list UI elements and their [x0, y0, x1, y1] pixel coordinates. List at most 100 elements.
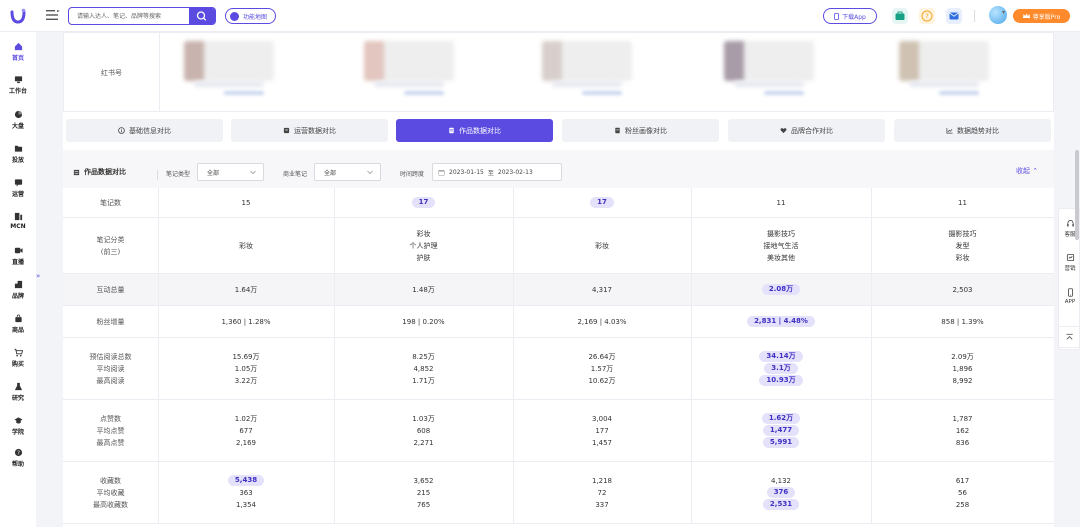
- highlighted-value: 3.1万: [764, 363, 798, 374]
- table-row: 笔记数 15 17 17 11 11: [63, 188, 1054, 218]
- top-bar: 功能地图 下载App ? ▾ 尊享版Pro: [0, 0, 1080, 32]
- date-start: 2023-01-15: [449, 168, 484, 176]
- column-divider: [513, 218, 514, 273]
- cell-value: 2,271: [413, 438, 434, 447]
- highlighted-value: 2,831 | 4.48%: [747, 316, 815, 327]
- app-button[interactable]: APP: [1059, 281, 1080, 311]
- section-title-text: 作品数据对比: [84, 168, 126, 176]
- help-shortcut[interactable]: ?: [919, 8, 935, 24]
- sidebar-expand-icon[interactable]: »: [36, 272, 43, 288]
- menu-toggle-icon[interactable]: [46, 9, 60, 21]
- cell-value: 1.64万: [234, 285, 258, 294]
- sidebar-item-help[interactable]: ? 帮助: [0, 448, 36, 476]
- highlighted-value: 5,991: [762, 437, 800, 448]
- workbench-shortcut[interactable]: [892, 8, 908, 24]
- column-divider: [158, 462, 159, 523]
- list-icon: [73, 169, 80, 175]
- logo-icon[interactable]: [9, 7, 27, 25]
- table-cell: 2,503: [871, 274, 1054, 305]
- tab-brand-cooperation[interactable]: 品牌合作对比: [728, 119, 885, 142]
- marketing-button[interactable]: 营销: [1059, 247, 1080, 277]
- message-shortcut[interactable]: [946, 8, 962, 24]
- tab-works-data[interactable]: 作品数据对比: [396, 119, 553, 142]
- sidebar-item-academy[interactable]: 学院: [0, 416, 36, 444]
- note-type-select[interactable]: 全部: [197, 163, 264, 181]
- sidebar-item-home[interactable]: 首页: [0, 42, 36, 70]
- mcn-icon: [14, 212, 22, 221]
- pro-badge[interactable]: 尊享版Pro: [1013, 9, 1070, 23]
- float-item-label: APP: [1064, 298, 1076, 305]
- blurred-profile-text: [194, 81, 264, 87]
- tab-data-trend[interactable]: 数据趋势对比: [894, 119, 1051, 142]
- table-cell: 17: [513, 188, 691, 217]
- table-cell: 3,652 215 765: [334, 462, 513, 523]
- cell-value: 彩妆: [955, 253, 970, 262]
- sidebar-item-products[interactable]: 商品: [0, 314, 36, 342]
- cell-value: 56: [958, 488, 967, 497]
- cell-value: 608: [416, 426, 431, 435]
- download-app-button[interactable]: 下载App: [823, 8, 877, 24]
- search-button[interactable]: [189, 8, 215, 24]
- sidebar-item-workbench[interactable]: 工作台: [0, 75, 36, 103]
- date-range-picker[interactable]: 2023-01-15 至 2023-02-13: [432, 163, 562, 181]
- column-divider: [691, 274, 692, 305]
- sidebar-item-label: 直播: [11, 259, 24, 266]
- table-cell: 26.64万 1.57万 10.62万: [513, 338, 691, 399]
- cell-value: 护肤: [416, 253, 431, 262]
- table-row: 粉丝增量 1,360 | 1.28% 198 | 0.20% 2,169 | 4.03…: [63, 306, 1054, 338]
- chevron-down-icon: [367, 170, 373, 175]
- table-row: 笔记分类 (前三) 彩妆 彩妆 个人护理 护肤 彩妆 摄影技巧 接地气生活 美妆其他 摄影技巧 发型彩…: [63, 218, 1054, 274]
- table-cell: 1.48万: [334, 274, 513, 305]
- cell-value: 1,787: [952, 414, 973, 423]
- table-cell: 15.69万 1.05万 3.22万: [158, 338, 334, 399]
- sidebar-item-brand[interactable]: 品牌: [0, 280, 36, 308]
- row-label-line: 点赞数: [100, 414, 121, 423]
- sidebar-item-research[interactable]: 研究: [0, 382, 36, 410]
- cell-value: 858 | 1.39%: [941, 317, 984, 326]
- main-content: 红书号 基础信息对比 运营数据对比 作品数据对比 粉丝画像对比 品牌合作对比 数…: [63, 32, 1054, 527]
- sidebar-item-label: 首页: [11, 55, 24, 62]
- sidebar-item-label: 投放: [11, 157, 24, 164]
- feature-map-button[interactable]: 功能地图: [225, 8, 277, 24]
- column-divider: [159, 33, 160, 111]
- chevron-up-icon: ⌃: [1032, 167, 1039, 175]
- blurred-profile-card: [724, 41, 814, 81]
- svg-text:?: ?: [925, 13, 929, 21]
- sidebar-item-ads[interactable]: 投放: [0, 144, 36, 172]
- row-label: 笔记数: [63, 188, 158, 217]
- blurred-profile-card: [184, 41, 274, 81]
- tab-basic-info[interactable]: 基础信息对比: [66, 119, 223, 142]
- search-input[interactable]: [69, 8, 191, 24]
- row-label-line: 平均点赞: [96, 426, 125, 435]
- sidebar-item-label: 帮助: [11, 461, 24, 468]
- briefcase-icon: [892, 8, 908, 24]
- sidebar-item-operations[interactable]: 运营: [0, 178, 36, 206]
- cell-value: 彩妆: [239, 241, 253, 250]
- ops-icon: [283, 127, 290, 134]
- table-cell: 1.62万 1,477 5,991: [691, 400, 871, 461]
- sidebar-item-label: 大盘: [11, 123, 24, 130]
- table-cell: 彩妆: [158, 218, 334, 273]
- collapse-button[interactable]: 收起 ⌃: [1016, 166, 1038, 176]
- float-item-label: 客服: [1064, 231, 1076, 238]
- sidebar-item-purchase[interactable]: 购买: [0, 348, 36, 376]
- table-cell: 858 | 1.39%: [871, 306, 1054, 337]
- table-cell: 17: [334, 188, 513, 217]
- sidebar-item-dashboard[interactable]: 大盘: [0, 110, 36, 138]
- cell-value: 617: [955, 476, 970, 485]
- chevron-down-icon[interactable]: ▾: [1002, 9, 1005, 16]
- search-icon: [196, 11, 207, 21]
- float-item-label: 营销: [1064, 265, 1076, 272]
- tab-fans-profile[interactable]: 粉丝画像对比: [562, 119, 719, 142]
- sidebar-item-mcn[interactable]: MCN: [0, 212, 36, 240]
- page-scrollbar[interactable]: [1075, 150, 1079, 240]
- back-to-top-button[interactable]: [1058, 326, 1080, 348]
- date-end: 2023-02-13: [497, 168, 533, 176]
- table-cell: 1,218 72 337: [513, 462, 691, 523]
- tab-operations[interactable]: 运营数据对比: [231, 119, 388, 142]
- commercial-note-select[interactable]: 全部: [314, 163, 381, 181]
- sidebar-item-live[interactable]: 直播: [0, 246, 36, 274]
- cell-value: 162: [955, 426, 970, 435]
- table-cell: 8.25万 4,852 1.71万: [334, 338, 513, 399]
- fans-icon: [615, 127, 620, 134]
